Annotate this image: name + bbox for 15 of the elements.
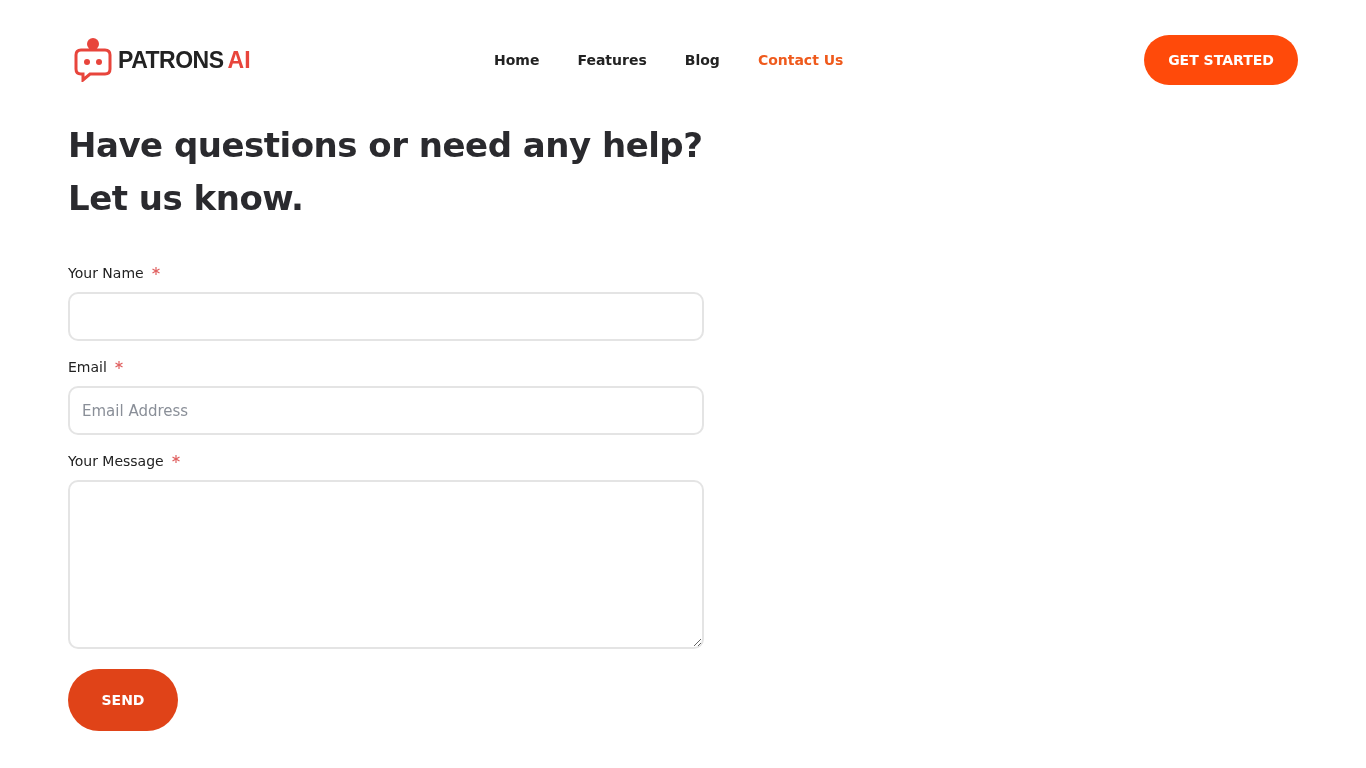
logo-wordmark: PATRONS bbox=[118, 46, 224, 74]
robot-chat-icon bbox=[74, 38, 112, 82]
logo-wordmark-accent: AI bbox=[227, 46, 251, 74]
message-field[interactable] bbox=[68, 480, 704, 649]
field-label: Your Name bbox=[68, 265, 144, 281]
nav-link[interactable]: Blog bbox=[684, 52, 720, 68]
text-field[interactable]: Email Address bbox=[68, 386, 704, 435]
nav-link[interactable]: Features bbox=[577, 52, 647, 68]
heading: Let us know. bbox=[68, 177, 304, 220]
send-button[interactable]: SEND bbox=[68, 669, 178, 731]
field-label: Email bbox=[68, 359, 107, 375]
text-field[interactable] bbox=[68, 292, 704, 341]
nav-link[interactable]: Home bbox=[494, 52, 540, 68]
heading: Have questions or need any help? bbox=[68, 124, 703, 167]
field-label: Your Message bbox=[68, 453, 164, 469]
